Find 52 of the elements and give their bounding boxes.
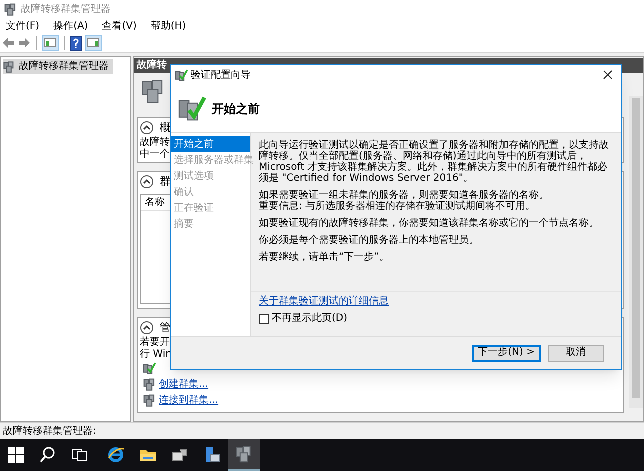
wizard-step[interactable]: 开始之前 [171, 136, 250, 152]
menu-item[interactable]: 操作(A) [54, 18, 88, 34]
forward-icon[interactable] [18, 37, 31, 49]
menu-item[interactable]: 文件(F) [6, 18, 40, 34]
section-title: 概 [160, 120, 171, 136]
paragraph: 如果需要验证一组未群集的服务器，则需要知道各服务器的名称。 [259, 190, 550, 201]
paragraph: 如要验证现有的故障转移群集，你需要知道该群集名称或它的一个节点名称。 [259, 218, 600, 229]
menu-item[interactable]: 查看(V) [102, 18, 137, 34]
help-icon[interactable] [70, 36, 82, 50]
link[interactable]: 连接到群集... [159, 393, 219, 408]
back-icon[interactable] [2, 37, 15, 49]
section-text: 中一个 [140, 148, 170, 160]
dialog-button[interactable]: 下一步(N) > [472, 344, 541, 362]
paragraph: 此向导运行验证测试以确定是否正确设置了服务器和附加存储的配置，以支持故障转移。仅当全部配置(服务器、网络和存储)通过此向导中的所有测试后，Microsoft 才支持该群集解决方案。此外，群集解决方案中的所有硬件组件都必须是 "Certified for Windows Server 2016"。 [259, 140, 610, 184]
collapse-icon[interactable] [140, 175, 154, 190]
cluster-manager-icon [235, 445, 253, 463]
window-title: 故障转移群集管理器 [21, 2, 111, 16]
help-link[interactable]: 关于群集验证测试的详细信息 [259, 296, 389, 307]
dialog-title: 验证配置向导 [191, 68, 251, 82]
browser-icon[interactable] [107, 446, 125, 464]
dialog-heading: 开始之前 [212, 100, 260, 118]
wizard-icon [175, 68, 188, 82]
column-header: 名称 [145, 196, 165, 210]
server-manager-icon[interactable] [203, 446, 221, 464]
dialog-button[interactable]: 取消 [548, 344, 604, 362]
checkbox[interactable] [259, 314, 269, 324]
create-cluster-icon [143, 378, 156, 391]
section-title: 群 [160, 174, 171, 190]
tree-item[interactable]: 故障转移群集管理器 [3, 59, 113, 74]
section-text: 故障转 [140, 136, 170, 148]
validate-icon [143, 362, 156, 375]
status-text: 故障转移群集管理器: [3, 424, 96, 438]
panel-header: 故障转 [137, 58, 167, 73]
paragraph: 你必须是每个需要验证的服务器上的本地管理员。 [259, 235, 480, 246]
collapse-icon[interactable] [140, 321, 154, 336]
connect-cluster-icon [143, 394, 156, 407]
close-icon[interactable] [603, 70, 613, 80]
link[interactable]: 创建群集... [159, 377, 209, 392]
collapse-icon[interactable] [140, 121, 154, 136]
menu-item[interactable]: 帮助(H) [150, 18, 186, 34]
start-icon[interactable] [7, 446, 25, 464]
section-text: 若要开 [140, 336, 170, 348]
search-icon[interactable] [39, 446, 57, 464]
section-title: 管 [160, 320, 171, 336]
app-icon [4, 2, 17, 16]
wizard-icon [178, 94, 206, 122]
tree-pane-icon[interactable] [42, 35, 59, 51]
paragraph: 若要继续，请单击“下一步”。 [259, 252, 390, 263]
scrollbar[interactable] [629, 96, 643, 408]
cluster-icon [3, 60, 15, 72]
paragraph: 重要信息: 与所选服务器相连的存储在验证测试期间将不可用。 [259, 201, 537, 212]
checkbox-row[interactable]: 不再显示此页(D) [251, 311, 348, 326]
